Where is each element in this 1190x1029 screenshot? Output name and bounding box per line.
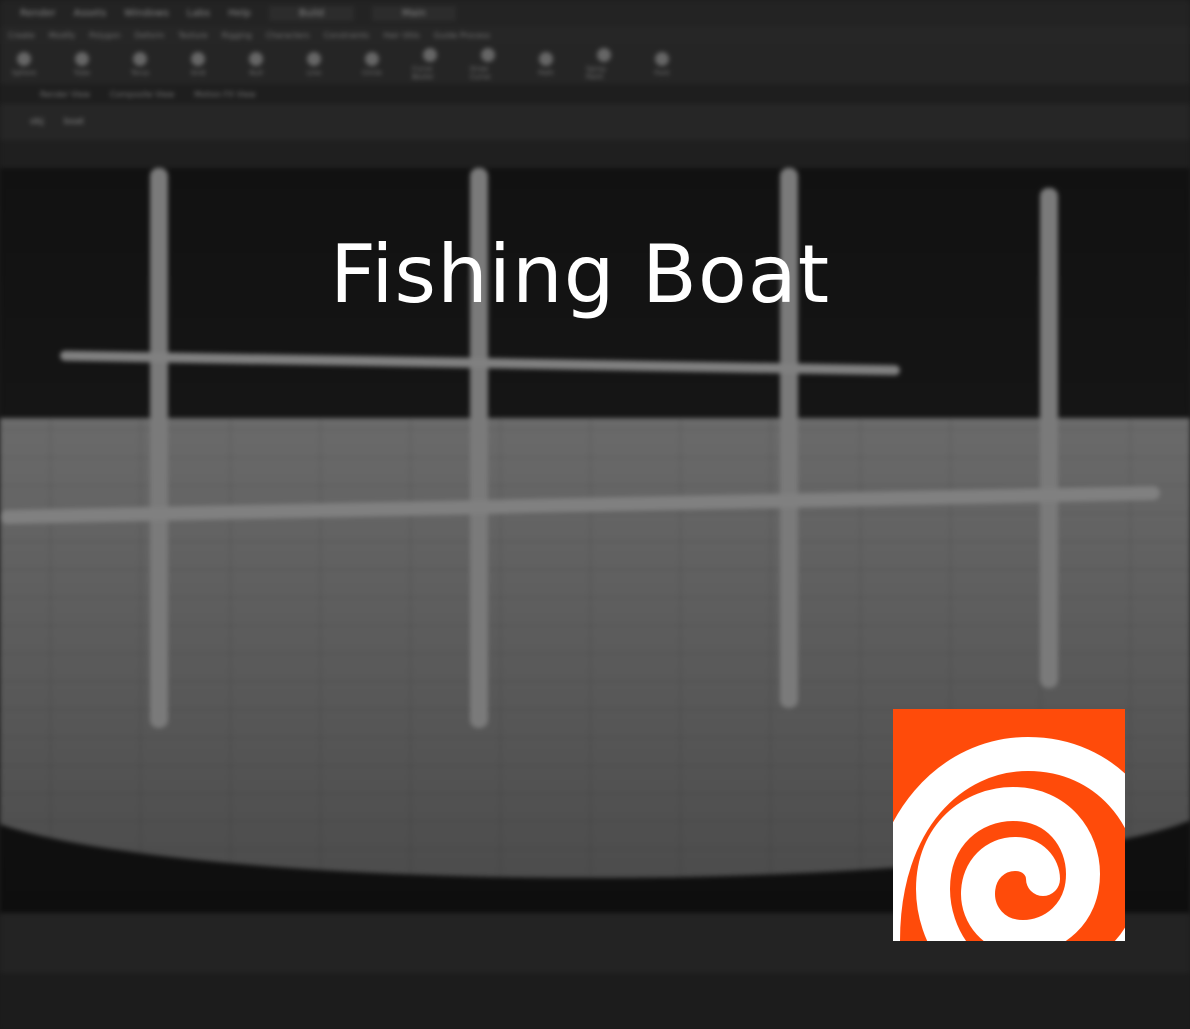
- tool-path[interactable]: Path: [528, 51, 564, 77]
- tab-motion-fx-view[interactable]: Motion FX View: [194, 90, 255, 99]
- font-icon: [655, 51, 669, 66]
- shelf-tabs: Create Modify Polygon Deform Texture Rig…: [0, 26, 1190, 44]
- tool-sphere[interactable]: Sphere: [6, 51, 42, 77]
- menu-windows[interactable]: Windows: [124, 8, 169, 19]
- tab-render-view[interactable]: Render View: [40, 90, 90, 99]
- sphere-icon: [17, 51, 31, 66]
- pencil-icon: [481, 47, 495, 62]
- grid-icon: [191, 51, 205, 66]
- spray-icon: [597, 47, 611, 62]
- path-obj[interactable]: obj: [30, 117, 44, 127]
- shelf-tab[interactable]: Rigging: [222, 31, 252, 40]
- shelf-tab[interactable]: Modify: [49, 31, 76, 40]
- line-icon: [307, 51, 321, 66]
- shelf-tab[interactable]: Texture: [178, 31, 207, 40]
- path-icon: [539, 51, 553, 66]
- menu-assets[interactable]: Assets: [74, 8, 107, 19]
- path-boat[interactable]: boat: [64, 117, 84, 127]
- curve-icon: [423, 47, 437, 62]
- menu-render[interactable]: Render: [20, 8, 56, 19]
- houdini-spiral-icon: [893, 736, 1125, 941]
- tube-icon: [75, 51, 89, 66]
- tool-font[interactable]: Font: [644, 51, 680, 77]
- tool-null[interactable]: Null: [238, 51, 274, 77]
- shelf-tab[interactable]: Hair Utils: [383, 31, 420, 40]
- tool-tube[interactable]: Tube: [64, 51, 100, 77]
- tab-composite-view[interactable]: Composite View: [110, 90, 174, 99]
- circle-icon: [365, 51, 379, 66]
- tool-line[interactable]: Line: [296, 51, 332, 77]
- tool-torus[interactable]: Torus: [122, 51, 158, 77]
- shelf-tab[interactable]: Deform: [135, 31, 165, 40]
- menu-help[interactable]: Help: [228, 8, 251, 19]
- desktop-select[interactable]: Build: [268, 5, 354, 21]
- torus-icon: [133, 51, 147, 66]
- tool-draw-curve[interactable]: Draw Curve: [470, 47, 506, 81]
- boat-post: [1040, 188, 1058, 688]
- shelf-tools: Sphere Tube Torus Grid Null Line Circle …: [0, 44, 1190, 84]
- tool-circle[interactable]: Circle: [354, 51, 390, 77]
- context-select[interactable]: Main: [371, 5, 456, 21]
- path-bar: obj boat: [0, 104, 1190, 140]
- shelf-tab[interactable]: Characters: [266, 31, 310, 40]
- houdini-logo: [893, 709, 1125, 941]
- viewport-toolbar: [0, 140, 1190, 168]
- shelf-tab[interactable]: Constraints: [324, 31, 370, 40]
- tool-curve-bezier[interactable]: Curve Bezier: [412, 47, 448, 81]
- menu-labs[interactable]: Labs: [187, 8, 210, 19]
- tool-grid[interactable]: Grid: [180, 51, 216, 77]
- boat-post: [150, 168, 168, 728]
- shelf-tab[interactable]: Polygon: [89, 31, 120, 40]
- null-icon: [249, 51, 263, 66]
- menu-bar: Render Assets Windows Labs Help Build Ma…: [0, 0, 1190, 26]
- tool-spray-paint[interactable]: Spray Paint: [586, 47, 622, 81]
- shelf-tab[interactable]: Create: [8, 31, 35, 40]
- shelf-tab[interactable]: Guide Process: [434, 31, 490, 40]
- pane-tabs: Render View Composite View Motion FX Vie…: [0, 84, 1190, 104]
- page-title: Fishing Boat: [330, 228, 831, 321]
- status-bar: [0, 973, 1190, 1029]
